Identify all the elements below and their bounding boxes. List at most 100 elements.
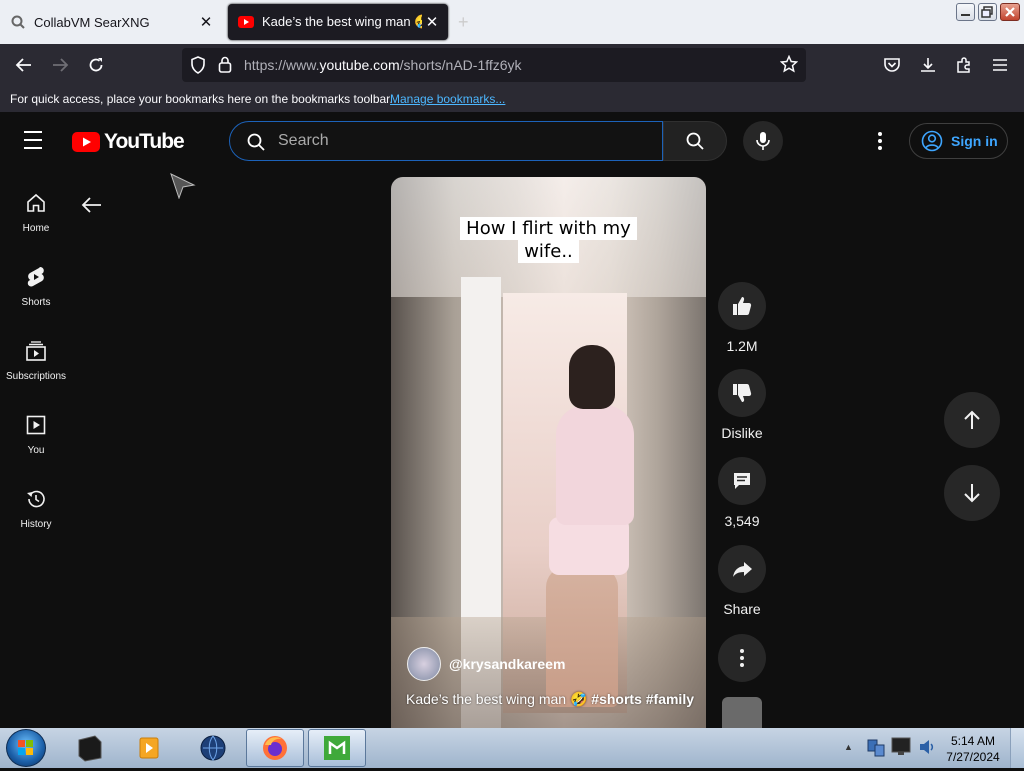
taskbar-app-media-player[interactable] xyxy=(120,729,178,767)
searxng-favicon-icon xyxy=(10,14,26,30)
shorts-icon xyxy=(0,265,72,289)
bookmark-star-icon[interactable] xyxy=(779,54,799,78)
share-action[interactable]: Share xyxy=(716,545,768,617)
history-icon xyxy=(0,487,72,511)
more-actions[interactable] xyxy=(716,634,768,690)
video-caption-line: wife.. xyxy=(518,240,579,263)
video-hashtags[interactable]: #shorts #family xyxy=(591,691,694,707)
lock-icon[interactable] xyxy=(218,56,232,78)
windows-logo-icon xyxy=(18,740,33,755)
like-count: 1.2M xyxy=(726,338,758,354)
sidebar-item-label: Home xyxy=(22,223,50,234)
arrow-up-icon xyxy=(964,410,980,429)
tab-title: CollabVM SearXNG xyxy=(34,14,150,30)
youtube-favicon-icon xyxy=(238,14,254,30)
globe-icon xyxy=(200,735,226,761)
display-icon[interactable] xyxy=(890,734,914,763)
manage-bookmarks-link[interactable]: Manage bookmarks... xyxy=(390,92,505,106)
network-icon[interactable] xyxy=(866,736,886,763)
sidebar-item-history[interactable]: History xyxy=(0,487,72,530)
browser-tab-strip: CollabVM SearXNG ✕ Kade’s the best wing … xyxy=(0,0,1024,44)
dislike-action[interactable]: Dislike xyxy=(716,369,768,441)
tab-close-icon[interactable]: ✕ xyxy=(196,13,216,31)
close-window-button[interactable] xyxy=(1000,3,1020,21)
taskbar-clock[interactable]: 5:14 AM 7/27/2024 xyxy=(940,733,1006,765)
pocket-icon[interactable] xyxy=(880,53,904,77)
downloads-icon[interactable] xyxy=(916,53,940,77)
taskbar-app-firefox[interactable] xyxy=(246,729,304,767)
search-icon xyxy=(246,132,266,157)
comment-icon xyxy=(734,473,750,489)
back-arrow-icon[interactable] xyxy=(80,193,104,222)
start-button[interactable] xyxy=(6,729,46,767)
voice-search-button[interactable] xyxy=(743,121,783,161)
thumbs-down-icon xyxy=(733,384,752,402)
search-button[interactable] xyxy=(663,121,727,161)
more-actions-button[interactable] xyxy=(718,634,766,682)
share-button[interactable] xyxy=(718,545,766,593)
arrow-down-icon xyxy=(964,484,980,503)
extensions-puzzle-icon[interactable] xyxy=(952,53,976,77)
channel-info[interactable]: @krysandkareem xyxy=(407,647,565,681)
channel-handle[interactable]: @krysandkareem xyxy=(449,656,565,672)
video-person-head xyxy=(569,345,615,409)
shorts-video-player[interactable]: How I flirt with my wife.. @krysandkaree… xyxy=(391,177,706,728)
sidebar-item-label: You xyxy=(27,445,45,456)
forward-arrow-icon[interactable] xyxy=(48,53,72,77)
tab-title: Kade’s the best wing man 🤣 #sh xyxy=(262,14,422,29)
sidebar-item-home[interactable]: Home xyxy=(0,191,72,234)
audio-track-thumbnail[interactable] xyxy=(722,697,762,728)
tab-close-icon[interactable]: ✕ xyxy=(422,13,442,31)
sign-in-button[interactable]: Sign in xyxy=(909,123,1008,159)
like-action[interactable]: 1.2M xyxy=(716,282,768,354)
new-tab-plus-icon[interactable]: + xyxy=(458,12,469,33)
youtube-logo[interactable]: YouTube xyxy=(72,130,185,154)
guide-menu-icon[interactable] xyxy=(24,131,48,151)
restore-window-button[interactable] xyxy=(978,3,997,21)
settings-more-icon[interactable] xyxy=(868,129,892,153)
youtube-play-logo-icon xyxy=(72,132,100,152)
account-circle-icon xyxy=(921,130,943,152)
next-short-button[interactable] xyxy=(944,465,1000,521)
sidebar-item-label: Shorts xyxy=(21,297,51,308)
malwarebytes-icon xyxy=(324,736,350,760)
taskbar-app-terminal[interactable] xyxy=(60,729,118,767)
tab-collabvm-searxng[interactable]: CollabVM SearXNG ✕ xyxy=(0,4,222,40)
youtube-logo-text: YouTube xyxy=(104,130,185,153)
tab-youtube-short[interactable]: Kade’s the best wing man 🤣 #sh ✕ xyxy=(228,4,448,40)
video-caption: How I flirt with my wife.. xyxy=(391,217,706,263)
reload-icon[interactable] xyxy=(84,53,108,77)
like-button[interactable] xyxy=(718,282,766,330)
comments-action[interactable]: 3,549 xyxy=(716,457,768,529)
show-desktop-button[interactable] xyxy=(1010,728,1024,768)
more-vertical-icon xyxy=(740,649,744,667)
video-person-shirt xyxy=(556,405,634,525)
sidebar-item-you[interactable]: You xyxy=(0,413,72,456)
url-text[interactable]: https://www.youtube.com/shorts/nAD-1ffz6… xyxy=(244,57,522,73)
sign-in-label: Sign in xyxy=(951,133,998,149)
search-box[interactable] xyxy=(229,121,663,161)
sidebar-item-shorts[interactable]: Shorts xyxy=(0,265,72,308)
dislike-button[interactable] xyxy=(718,369,766,417)
tracking-protection-shield-icon[interactable] xyxy=(190,56,206,79)
back-arrow-icon[interactable] xyxy=(12,53,36,77)
comment-count: 3,549 xyxy=(724,513,760,529)
media-player-icon xyxy=(139,737,159,759)
app-menu-hamburger-icon[interactable] xyxy=(988,53,1012,77)
comments-button[interactable] xyxy=(718,457,766,505)
channel-avatar[interactable] xyxy=(407,647,441,681)
search-input[interactable] xyxy=(278,132,638,150)
home-icon xyxy=(0,191,72,215)
youtube-masthead: YouTube Sign in xyxy=(0,112,1024,170)
volume-icon[interactable] xyxy=(918,738,936,761)
sidebar-item-subscriptions[interactable]: Subscriptions xyxy=(0,339,72,382)
browser-navigation-bar: https://www.youtube.com/shorts/nAD-1ffz6… xyxy=(0,44,1024,86)
taskbar-app-malwarebytes[interactable] xyxy=(308,729,366,767)
minimize-window-button[interactable] xyxy=(956,3,975,21)
address-bar[interactable]: https://www.youtube.com/shorts/nAD-1ffz6… xyxy=(182,48,806,82)
video-title[interactable]: Kade’s the best wing man 🤣 #shorts #fami… xyxy=(406,691,694,708)
you-icon xyxy=(0,413,72,437)
previous-short-button[interactable] xyxy=(944,392,1000,448)
tray-expand-icon[interactable]: ▲ xyxy=(844,742,853,752)
taskbar-app-globe[interactable] xyxy=(184,729,242,767)
